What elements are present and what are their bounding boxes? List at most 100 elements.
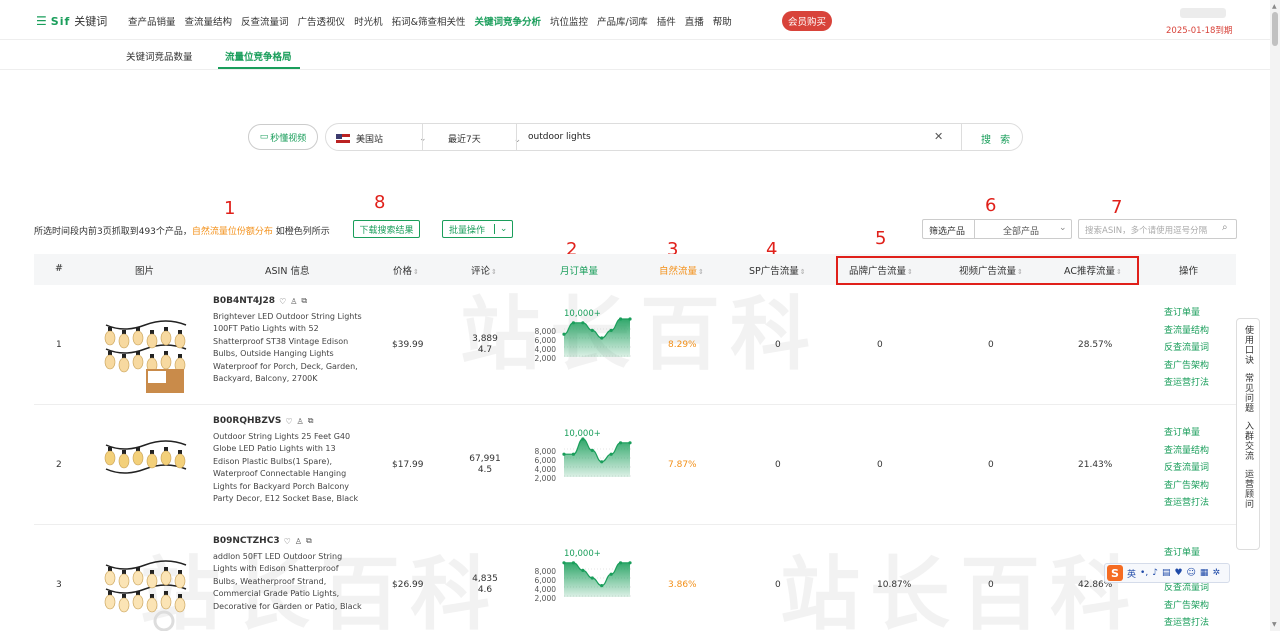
tab-traffic-competition[interactable]: 流量位竞争格局 [225, 49, 292, 63]
op-link[interactable]: 查运营打法 [1164, 495, 1209, 508]
user-name[interactable] [1180, 8, 1226, 18]
copy-icon[interactable]: ⧉ [306, 536, 312, 546]
punctuation-icon[interactable]: •, [1140, 568, 1148, 578]
product-image-cell[interactable] [102, 543, 188, 631]
op-link[interactable]: 查流量结构 [1164, 443, 1209, 456]
nav-item[interactable]: 时光机 [354, 14, 383, 28]
op-link[interactable]: 查订单量 [1164, 305, 1209, 318]
op-link[interactable]: 查订单量 [1164, 545, 1209, 558]
tab-keyword-competitors[interactable]: 关键词竞品数量 [126, 49, 193, 63]
chevron-down-icon[interactable]: ⌄ [494, 224, 512, 234]
ime-toolbar[interactable]: S 英 •, ♪ ▤ ♥ ☺ ▦ ✲ [1104, 563, 1230, 583]
op-link[interactable]: 查广告架构 [1164, 358, 1209, 371]
nav-item[interactable]: 关键词竞争分析 [475, 14, 542, 28]
product-title[interactable]: addlon 50FT LED Outdoor String Lights wi… [213, 551, 363, 613]
op-link[interactable]: 查广告架构 [1164, 478, 1209, 491]
col-natural-traffic[interactable]: 自然流量⇕ [659, 263, 704, 277]
brand-traffic: 10.87% [877, 580, 912, 590]
batch-operation-button[interactable]: 批量操作 ⌄ [442, 220, 513, 238]
scrollbar[interactable]: ▲ ▼ [1270, 0, 1280, 631]
brand-traffic: 0 [877, 340, 883, 350]
vip-button[interactable]: 会员购买 [782, 11, 833, 31]
side-consultant[interactable]: 运营顾问 [1242, 469, 1254, 509]
scroll-up-arrow-icon[interactable]: ▲ [1272, 3, 1277, 10]
sogou-logo-icon[interactable]: S [1107, 565, 1123, 581]
user-icon[interactable]: ♙ [295, 537, 302, 546]
logo[interactable]: ☰ Sif 关键词 [36, 13, 107, 29]
asin-code[interactable]: B09NCTZHC3 [213, 536, 280, 546]
nav-item[interactable]: 帮助 [713, 14, 732, 28]
sort-icon[interactable]: ⇕ [413, 268, 419, 276]
nav-item[interactable]: 查产品销量 [128, 14, 176, 28]
sort-icon[interactable]: ⇕ [491, 268, 497, 276]
product-image-cell[interactable] [102, 303, 188, 395]
side-join-group[interactable]: 入群交流 [1242, 421, 1254, 461]
side-usage-tips[interactable]: 使用口诀 [1242, 325, 1254, 365]
op-link[interactable]: 查运营打法 [1164, 375, 1209, 388]
emoji-icon[interactable]: ☺ [1187, 568, 1196, 578]
date-range-select[interactable]: 最近7天 ⌄ [448, 132, 521, 145]
settings-icon[interactable]: ✲ [1212, 568, 1220, 578]
asin-code[interactable]: B0B4NT4J28 [213, 296, 275, 306]
monthly-orders-chart[interactable]: 10,000+ 8,000 6,000 4,000 2,000 [528, 429, 634, 493]
nav-item[interactable]: 产品库/词库 [597, 14, 648, 28]
heart-icon[interactable]: ♡ [285, 417, 292, 426]
user-icon[interactable]: ♙ [297, 417, 304, 426]
user-icon[interactable]: ♙ [290, 297, 297, 306]
scroll-down-arrow-icon[interactable]: ▼ [1272, 621, 1277, 628]
op-link[interactable]: 查订单量 [1164, 425, 1209, 438]
nav-item[interactable]: 拓词&筛查相关性 [392, 14, 466, 28]
asin-search-input[interactable]: 搜索ASIN，多个请使用逗号分隔 ⌕ [1078, 219, 1237, 239]
op-link[interactable]: 反查流量词 [1164, 340, 1209, 353]
col-sp-traffic[interactable]: SP广告流量⇕ [749, 263, 806, 277]
product-title[interactable]: Brightever LED Outdoor String Lights 100… [213, 311, 363, 385]
nav-item[interactable]: 插件 [657, 14, 676, 28]
scroll-thumb[interactable] [1272, 12, 1278, 46]
keyboard-icon[interactable]: ▤ [1162, 568, 1171, 578]
col-reviews[interactable]: 评论⇕ [471, 263, 497, 277]
monthly-orders-chart[interactable]: 10,000+ 8,000 6,000 4,000 2,000 [528, 309, 634, 373]
annotation-number: 5 [875, 228, 887, 249]
nav-item[interactable]: 反查流量词 [241, 14, 289, 28]
ime-language[interactable]: 英 [1127, 567, 1136, 580]
keyword-input[interactable]: outdoor lights [528, 132, 591, 142]
monthly-orders-chart[interactable]: 10,000+ 8,000 6,000 4,000 2,000 [528, 549, 634, 613]
nav-item[interactable]: 查流量结构 [185, 14, 233, 28]
clear-icon[interactable]: ✕ [934, 130, 943, 143]
copy-icon[interactable]: ⧉ [301, 296, 307, 306]
product-image-cell[interactable] [102, 423, 188, 515]
nav-item[interactable]: 广告透视仪 [298, 14, 346, 28]
download-results-button[interactable]: 下载搜索结果 [353, 220, 420, 238]
heart-icon[interactable]: ♡ [284, 537, 291, 546]
op-link[interactable]: 查运营打法 [1164, 615, 1209, 628]
natural-share-link[interactable]: 自然流量位份额分布 [192, 227, 273, 237]
apps-icon[interactable]: ▦ [1200, 568, 1209, 578]
search-button[interactable]: 搜 索 [981, 131, 1013, 146]
sort-icon[interactable]: ⇕ [698, 268, 704, 276]
nav-item[interactable]: 直播 [685, 14, 704, 28]
video-tutorial-button[interactable]: ▭ 秒懂视频 [248, 124, 318, 150]
product-title[interactable]: Outdoor String Lights 25 Feet G40 Globe … [213, 431, 363, 505]
asin-code[interactable]: B00RQHBZVS [213, 416, 281, 426]
result-info: 所选时间段内前3页抓取到493个产品，自然流量位份额分布 如橙色列所示 [34, 224, 330, 237]
nav-item[interactable]: 坑位监控 [550, 14, 588, 28]
sort-icon[interactable]: ⇕ [800, 268, 806, 276]
side-faq[interactable]: 常见问题 [1242, 373, 1254, 413]
skin-icon[interactable]: ♥ [1174, 568, 1182, 578]
review-count: 3,889 [472, 334, 498, 344]
heart-icon[interactable]: ♡ [279, 297, 286, 306]
col-price[interactable]: 价格⇕ [393, 263, 419, 277]
sparkline-point [581, 321, 585, 325]
date-range-value: 最近7天 [448, 135, 481, 145]
highlight-box [836, 256, 1139, 285]
site-select[interactable]: 美国站 ⌄ [336, 132, 427, 145]
op-link[interactable]: 反查流量词 [1164, 460, 1209, 473]
microphone-icon[interactable]: ♪ [1152, 568, 1158, 578]
product-filter-select[interactable]: 筛选产品 全部产品 ⌄ [922, 219, 1072, 239]
copy-icon[interactable]: ⧉ [308, 416, 314, 426]
filter-value: 全部产品 [1003, 227, 1040, 237]
menu-icon[interactable]: ☰ [36, 14, 47, 28]
op-link[interactable]: 查流量结构 [1164, 323, 1209, 336]
op-link[interactable]: 查广告架构 [1164, 598, 1209, 611]
search-icon[interactable]: ⌕ [1222, 222, 1228, 233]
